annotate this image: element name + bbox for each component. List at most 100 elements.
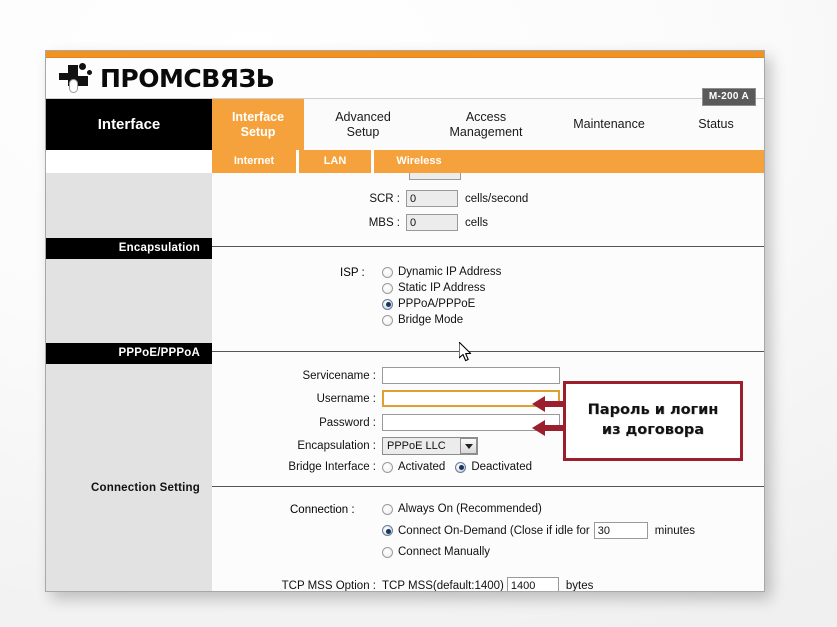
brand-header: ПРОМСВЯЗЬ M-200 A <box>46 58 764 106</box>
scr-field-row: SCR : cells/second <box>356 190 528 207</box>
connection-option-on-demand-label: Connect On-Demand (Close if idle for <box>398 524 590 537</box>
password-label: Password : <box>319 416 376 429</box>
mbs-label: MBS : <box>368 216 400 229</box>
pcr-field-row <box>409 173 461 180</box>
isp-option-bridge-mode-label: Bridge Mode <box>398 314 464 326</box>
tab-maintenance-label: Maintenance <box>573 117 645 132</box>
bridge-activated-label: Activated <box>398 461 446 473</box>
brand-name: ПРОМСВЯЗЬ <box>100 63 275 93</box>
brand-logo: ПРОМСВЯЗЬ <box>59 62 275 94</box>
tab-access-management-line2: Management <box>449 124 523 139</box>
router-admin-panel: ПРОМСВЯЗЬ M-200 A Interface Interface Se… <box>45 50 765 592</box>
annotation-callout-text: Пароль и логин из договора <box>588 401 719 440</box>
encapsulation-field-row: Encapsulation : PPPoE LLC <box>274 437 478 455</box>
bridge-deactivated-label: Deactivated <box>471 461 533 473</box>
pcr-input[interactable] <box>409 173 461 180</box>
subtab-wireless[interactable]: Wireless <box>374 150 464 173</box>
tab-status[interactable]: Status <box>668 99 764 150</box>
connection-option-manually-label: Connect Manually <box>398 546 491 558</box>
radio-bridge-activated-icon[interactable] <box>382 461 393 473</box>
annotation-line-2: из договора <box>601 422 705 438</box>
bridge-interface-field-row: Bridge Interface : Activated Deactivated <box>274 461 532 473</box>
tab-interface-setup[interactable]: Interface Setup <box>212 99 304 150</box>
section-label-encapsulation: Encapsulation <box>46 238 212 259</box>
divider-connection-setting <box>212 486 764 487</box>
annotation-arrow-username <box>532 395 566 413</box>
radio-static-ip-icon[interactable] <box>382 282 393 294</box>
tab-access-management-line1: Access <box>465 109 507 124</box>
radio-bridge-deactivated-icon[interactable] <box>455 461 467 473</box>
mbs-field-row: MBS : cells <box>356 214 488 231</box>
servicename-field-row: Servicename : <box>274 367 560 384</box>
tab-interface-setup-line2: Setup <box>240 124 276 139</box>
isp-option-bridge-mode[interactable]: Bridge Mode <box>382 314 501 326</box>
connection-option-manually[interactable]: Connect Manually <box>382 546 695 558</box>
servicename-label: Servicename : <box>302 369 376 382</box>
section-label-pppoe-pppoa: PPPoE/PPPoA <box>46 343 212 364</box>
tcp-mss-field-row: TCP MSS Option : TCP MSS(default:1400) b… <box>212 577 594 592</box>
tab-access-management[interactable]: Access Management <box>422 99 550 150</box>
chevron-down-icon[interactable] <box>460 438 477 454</box>
connection-field-group: Connection : Always On (Recommended) Con… <box>290 503 695 562</box>
radio-pppoa-pppoe-icon[interactable] <box>382 298 393 310</box>
section-label-column: Encapsulation PPPoE/PPPoA Connection Set… <box>46 173 212 591</box>
mbs-unit-label: cells <box>465 216 489 229</box>
isp-option-pppoa-pppoe[interactable]: PPPoA/PPPoE <box>382 298 501 310</box>
idle-timeout-unit-label: minutes <box>654 524 696 537</box>
connection-label: Connection : <box>290 504 355 516</box>
mouse-cursor-icon <box>458 341 473 362</box>
divider-pppoe-pppoa <box>212 351 764 352</box>
scr-input[interactable] <box>406 190 458 207</box>
password-field-row: Password : <box>274 414 560 431</box>
sub-tab-bar: Internet LAN Wireless <box>212 150 764 173</box>
subtab-internet[interactable]: Internet <box>212 150 296 173</box>
main-tab-bar: Interface Interface Setup Advanced Setup… <box>46 99 764 150</box>
isp-option-dynamic-ip-label: Dynamic IP Address <box>398 266 502 278</box>
radio-on-demand-icon[interactable] <box>382 525 393 536</box>
connection-option-always-on[interactable]: Always On (Recommended) <box>382 503 695 515</box>
radio-bridge-mode-icon[interactable] <box>382 314 393 326</box>
tab-advanced-setup-line2: Setup <box>346 124 380 139</box>
annotation-line-1: Пароль и логин <box>587 402 719 419</box>
subtab-lan[interactable]: LAN <box>299 150 371 173</box>
tab-maintenance[interactable]: Maintenance <box>550 99 668 150</box>
divider-encapsulation <box>212 246 764 247</box>
section-label-connection-setting: Connection Setting <box>90 482 200 494</box>
tcp-mss-input[interactable] <box>506 577 559 591</box>
servicename-input[interactable] <box>382 367 560 384</box>
tab-interface-setup-line1: Interface <box>231 109 285 124</box>
isp-option-static-ip[interactable]: Static IP Address <box>382 282 501 294</box>
tab-advanced-setup-line1: Advanced <box>335 109 391 124</box>
username-field-row: Username : <box>274 390 560 407</box>
radio-dynamic-ip-icon[interactable] <box>382 266 393 278</box>
isp-option-dynamic-ip[interactable]: Dynamic IP Address <box>382 266 501 278</box>
bridge-interface-label: Bridge Interface : <box>288 461 376 473</box>
connection-option-always-on-label: Always On (Recommended) <box>398 503 542 515</box>
mbs-input[interactable] <box>406 214 458 231</box>
tcp-mss-unit-label: bytes <box>565 579 594 592</box>
encapsulation-select-value: PPPoE LLC <box>387 440 446 452</box>
isp-option-static-ip-label: Static IP Address <box>398 282 486 294</box>
radio-connect-manually-icon[interactable] <box>382 546 393 558</box>
section-title-interface: Interface <box>46 99 212 150</box>
tab-status-label: Status <box>698 117 734 132</box>
scr-label: SCR : <box>369 192 400 205</box>
model-badge: M-200 A <box>701 88 756 106</box>
annotation-arrow-password <box>532 419 566 437</box>
tab-advanced-setup[interactable]: Advanced Setup <box>304 99 422 150</box>
isp-option-pppoa-pppoe-label: PPPoA/PPPoE <box>398 298 476 310</box>
tcp-mss-default-text: TCP MSS(default:1400) <box>382 579 504 592</box>
panel-top-accent-strip <box>46 51 764 58</box>
annotation-callout: Пароль и логин из договора <box>563 381 743 461</box>
radio-always-on-icon[interactable] <box>382 503 393 515</box>
scr-unit-label: cells/second <box>465 192 529 205</box>
promsvyaz-logo-icon <box>59 62 93 94</box>
tcp-mss-label: TCP MSS Option : <box>281 579 376 592</box>
encapsulation-select[interactable]: PPPoE LLC <box>382 437 478 455</box>
isp-label: ISP : <box>340 267 365 279</box>
idle-timeout-input[interactable] <box>593 522 648 539</box>
isp-field-group: ISP : Dynamic IP Address Static IP Addre… <box>340 266 501 330</box>
connection-option-on-demand[interactable]: Connect On-Demand (Close if idle for min… <box>382 522 695 539</box>
encapsulation-label: Encapsulation : <box>297 440 376 452</box>
username-label: Username : <box>316 392 376 405</box>
